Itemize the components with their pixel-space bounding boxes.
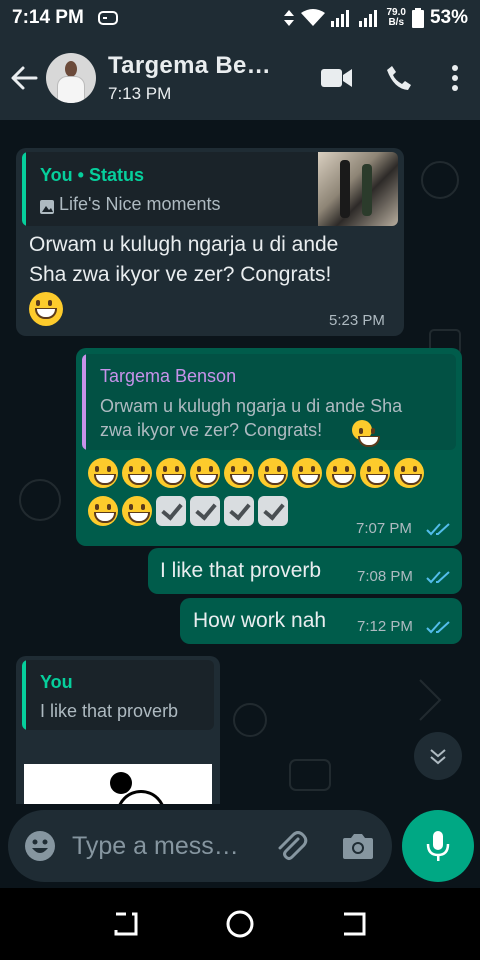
laughing-emoji-icon <box>360 458 390 488</box>
network-speed-unit: B/s <box>388 17 405 28</box>
quote-author: Targema Benson <box>100 366 237 386</box>
message-text: How work nah <box>193 609 327 632</box>
input-pill <box>8 810 392 882</box>
battery-percent: 53% <box>429 7 468 28</box>
message-text-line1: Orwam u kulugh ngarja u di ande <box>29 233 339 256</box>
check-mark-box-icon <box>258 496 288 526</box>
grin-emoji-icon <box>88 496 118 526</box>
status-thumbnail <box>318 152 398 226</box>
status-right-group: 79.0 B/s 53% <box>283 7 468 29</box>
message-bubble-incoming[interactable]: You I like that proverb <box>16 656 220 804</box>
message-text-line2: Sha zwa ikyor ve zer? Congrats! <box>29 263 332 286</box>
thinking-emoji-icon <box>29 292 63 326</box>
laughing-emoji-icon <box>326 458 356 488</box>
more-vert-icon[interactable] <box>430 36 480 120</box>
phone-icon[interactable] <box>368 36 430 120</box>
quoted-message[interactable]: Targema Benson Orwam u kulugh ngarja u d… <box>82 354 456 450</box>
signal-icon <box>330 10 349 27</box>
mic-icon <box>426 831 450 861</box>
game-controller-icon <box>97 11 118 25</box>
message-time: 7:08 PM <box>357 568 413 585</box>
emoji-row-2 <box>88 496 292 526</box>
read-ticks-icon <box>426 571 450 584</box>
chat-area[interactable]: You • Status Life's Nice moments Orwam u… <box>0 120 480 804</box>
grin-emoji-icon <box>122 496 152 526</box>
sweat-smile-emoji-icon <box>190 458 220 488</box>
battery-icon <box>411 8 424 28</box>
grin-emoji-icon <box>88 458 118 488</box>
read-ticks-icon <box>426 523 450 536</box>
mic-button[interactable] <box>402 810 474 882</box>
grin-emoji-icon <box>258 458 288 488</box>
message-input-bar <box>0 804 480 888</box>
quote-author: You • Status <box>40 165 144 185</box>
double-chevron-down-icon <box>430 749 446 765</box>
wifi-icon <box>300 9 325 26</box>
camera-icon[interactable] <box>342 832 374 860</box>
avatar[interactable] <box>46 53 96 103</box>
message-bubble-incoming[interactable]: You • Status Life's Nice moments Orwam u… <box>16 148 404 336</box>
grin-emoji-icon <box>122 458 152 488</box>
paperclip-icon[interactable] <box>274 829 308 863</box>
arrow-left-icon[interactable] <box>2 36 46 120</box>
video-call-icon[interactable] <box>306 36 368 120</box>
status-bar: 7:14 PM 79.0 B/s 53% <box>0 0 480 36</box>
contact-name: Targema Be… <box>108 52 271 79</box>
sweat-smile-emoji-icon <box>224 458 254 488</box>
vibrate-icon <box>283 10 294 26</box>
message-text: I like that proverb <box>160 559 322 582</box>
quote-text-line2: zwa ikyor ve zer? Congrats! <box>100 420 323 440</box>
quoted-status[interactable]: You • Status Life's Nice moments <box>22 152 398 226</box>
emoji-icon[interactable] <box>24 830 56 862</box>
quote-text: I like that proverb <box>40 701 179 721</box>
network-speed: 79.0 B/s <box>387 8 406 28</box>
read-ticks-icon <box>426 621 450 634</box>
grin-emoji-icon <box>292 458 322 488</box>
recents-icon[interactable] <box>112 910 140 938</box>
emoji-row-1 <box>88 458 428 488</box>
check-mark-box-icon <box>224 496 254 526</box>
contact-info[interactable]: Targema Be… 7:13 PM <box>108 52 271 104</box>
thinking-emoji-icon <box>352 420 380 447</box>
image-attachment[interactable] <box>24 764 212 804</box>
image-icon <box>40 200 54 214</box>
status-time: 7:14 PM <box>12 7 84 28</box>
message-input[interactable] <box>72 810 262 882</box>
chat-header: Targema Be… 7:13 PM <box>0 36 480 120</box>
system-nav-bar <box>0 888 480 960</box>
message-bubble-outgoing[interactable]: I like that proverb 7:08 PM <box>148 548 462 594</box>
quote-text-line1: Orwam u kulugh ngarja u di ande Sha <box>100 396 403 416</box>
message-time: 7:07 PM <box>356 520 412 537</box>
quoted-message[interactable]: You I like that proverb <box>22 660 214 730</box>
home-icon[interactable] <box>225 909 255 939</box>
check-mark-box-icon <box>156 496 186 526</box>
scroll-down-button[interactable] <box>414 732 462 780</box>
message-time: 5:23 PM <box>329 312 385 329</box>
message-bubble-outgoing[interactable]: Targema Benson Orwam u kulugh ngarja u d… <box>76 348 462 546</box>
last-seen: 7:13 PM <box>108 84 172 103</box>
back-nav-icon[interactable] <box>340 910 368 938</box>
laughing-emoji-icon <box>394 458 424 488</box>
message-bubble-outgoing[interactable]: How work nah 7:12 PM <box>180 598 462 644</box>
quote-author: You <box>40 672 73 692</box>
message-time: 7:12 PM <box>357 618 413 635</box>
quote-text: Life's Nice moments <box>59 194 221 214</box>
check-mark-box-icon <box>190 496 220 526</box>
signal-icon-2 <box>358 10 377 27</box>
grin-emoji-icon <box>156 458 186 488</box>
